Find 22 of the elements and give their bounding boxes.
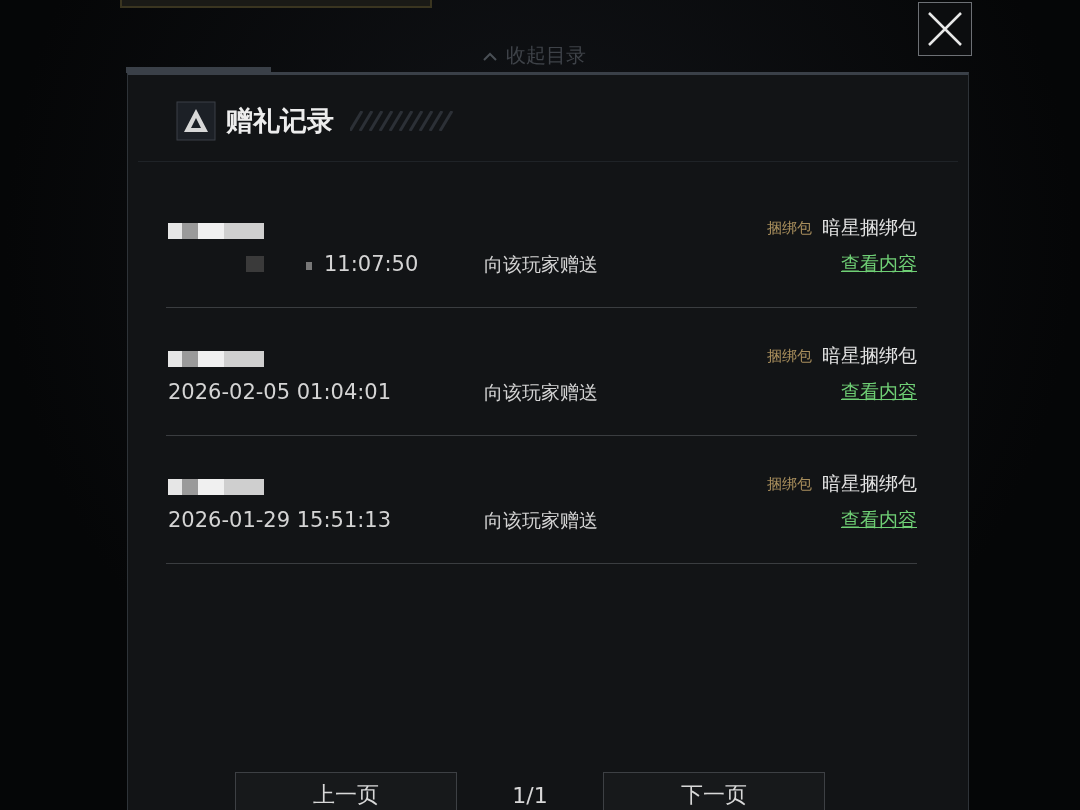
item-name: 暗星捆绑包	[822, 215, 917, 240]
previous-page-button[interactable]: 上一页	[235, 772, 457, 810]
view-contents-link[interactable]: 查看内容	[841, 251, 917, 277]
close-button[interactable]	[918, 2, 972, 56]
page-indicator: 1/1	[511, 782, 549, 810]
dialog-title: 赠礼记录	[226, 104, 334, 138]
item-name: 暗星捆绑包	[822, 471, 917, 496]
record-time: 11:07:50	[324, 252, 419, 276]
item-tag: 捆绑包	[767, 218, 812, 238]
item-tag: 捆绑包	[767, 346, 812, 366]
record-action: 向该玩家赠送	[484, 508, 599, 533]
chevron-up-icon	[482, 50, 498, 61]
item-name: 暗星捆绑包	[822, 343, 917, 368]
view-contents-link[interactable]: 查看内容	[841, 507, 917, 533]
view-contents-link[interactable]: 查看内容	[841, 379, 917, 405]
item-tag: 捆绑包	[767, 474, 812, 494]
next-page-button[interactable]: 下一页	[603, 772, 825, 810]
record-action: 向该玩家赠送	[484, 252, 599, 277]
record-time: 2026-01-29 15:51:13	[168, 508, 392, 532]
record-action: 向该玩家赠送	[484, 380, 599, 405]
triangle-logo-icon	[176, 101, 216, 141]
record-time: 2026-02-05 01:04:01	[168, 380, 392, 404]
